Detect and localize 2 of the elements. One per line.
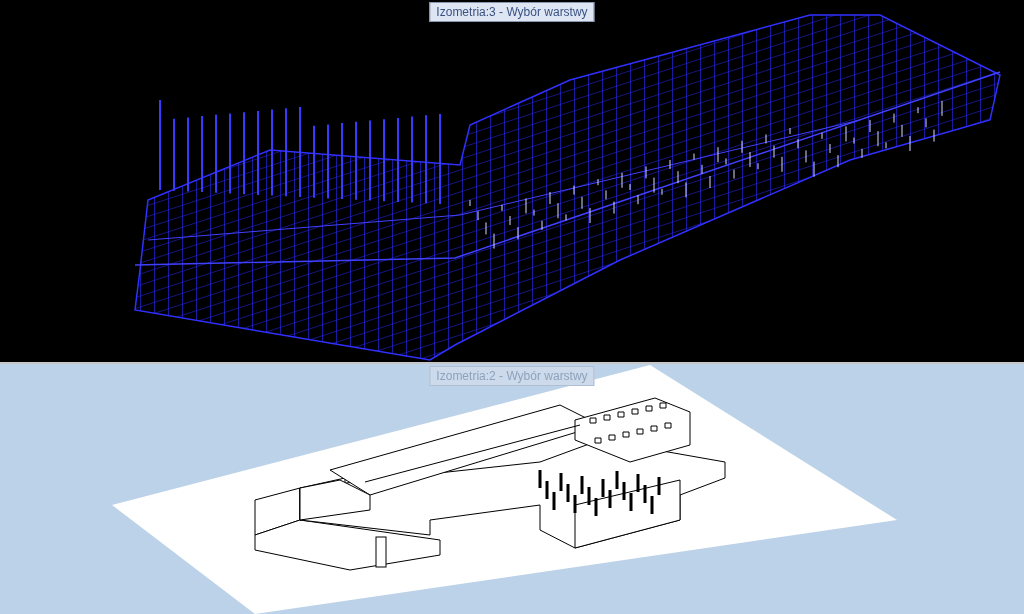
viewport-title: Izometria:3 - Wybór warstwy	[429, 2, 595, 22]
viewport-title: Izometria:2 - Wybór warstwy	[429, 366, 595, 386]
